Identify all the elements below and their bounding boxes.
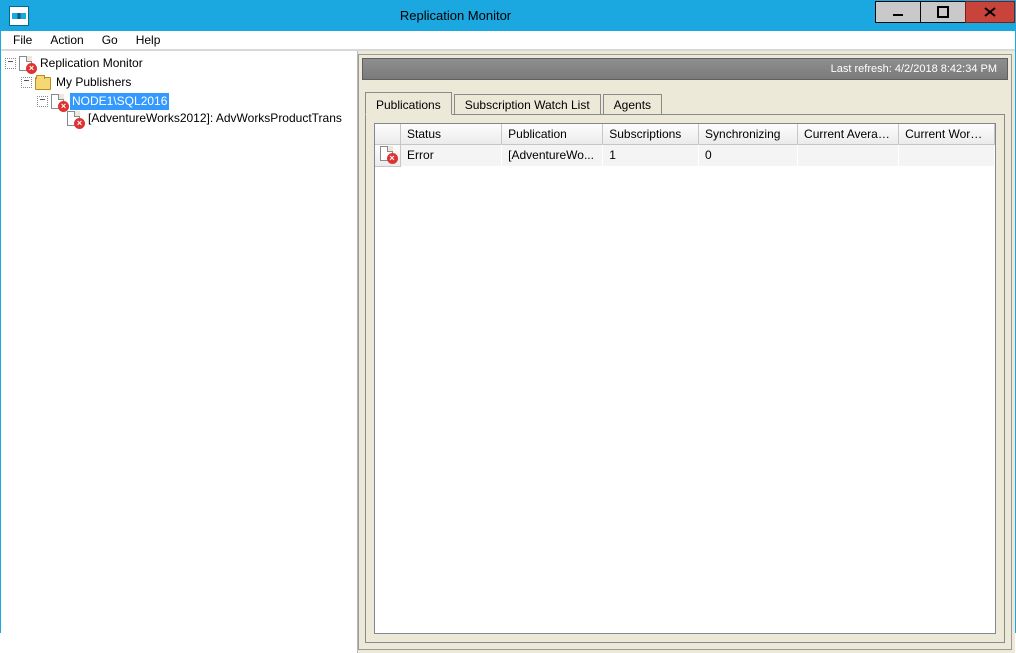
client-area: − × Replication Monitor − My Publishers: [1, 50, 1015, 653]
cell-subscriptions: 1: [603, 145, 699, 167]
col-status[interactable]: Status: [401, 124, 502, 144]
grid-body[interactable]: × Error [AdventureWo... 1 0: [375, 145, 995, 633]
tree-node-root[interactable]: − × Replication Monitor: [5, 55, 145, 72]
menu-go[interactable]: Go: [94, 31, 126, 49]
tree-label-server: NODE1\SQL2016: [70, 93, 169, 110]
tree-node-server[interactable]: − × NODE1\SQL2016: [37, 93, 169, 110]
tree-node-publishers[interactable]: − My Publishers: [21, 74, 133, 91]
titlebar[interactable]: Replication Monitor: [1, 1, 1015, 31]
col-publication[interactable]: Publication: [502, 124, 603, 144]
minimize-icon: [892, 6, 904, 18]
tab-subscription-watch-list[interactable]: Subscription Watch List: [454, 94, 601, 114]
cell-current-avg: [798, 145, 899, 167]
minimize-button[interactable]: [875, 1, 921, 23]
close-icon: [983, 6, 997, 18]
last-refresh-text: Last refresh: 4/2/2018 8:42:34 PM: [831, 63, 997, 75]
grid-header-row: Status Publication Subscriptions Synchro…: [375, 124, 995, 144]
menu-action[interactable]: Action: [42, 31, 91, 49]
tree-label-root: Replication Monitor: [38, 55, 145, 72]
tree-label-publishers: My Publishers: [54, 74, 133, 91]
col-current-worst[interactable]: Current Worst ...: [899, 124, 995, 144]
row-status-icon-cell: ×: [375, 145, 401, 167]
expander-icon[interactable]: −: [21, 77, 32, 88]
server-error-icon: ×: [51, 94, 67, 110]
error-icon: ×: [380, 146, 396, 162]
right-pane: Last refresh: 4/2/2018 8:42:34 PM Public…: [358, 51, 1015, 653]
tree[interactable]: − × Replication Monitor − My Publishers: [3, 53, 357, 129]
tree-pane: − × Replication Monitor − My Publishers: [1, 51, 358, 653]
tree-node-publication[interactable]: × [AdventureWorks2012]: AdvWorksProductT…: [53, 110, 344, 127]
maximize-button[interactable]: [920, 1, 966, 23]
app-window: Replication Monitor File Action Go Help: [0, 0, 1016, 633]
refresh-bar: Last refresh: 4/2/2018 8:42:34 PM: [362, 58, 1008, 80]
cell-synchronizing: 0: [699, 145, 798, 167]
publications-grid[interactable]: Status Publication Subscriptions Synchro…: [374, 123, 996, 634]
cell-status: Error: [401, 145, 502, 167]
tree-label-publication: [AdventureWorks2012]: AdvWorksProductTra…: [86, 110, 344, 127]
app-icon: [9, 6, 29, 26]
tab-agents[interactable]: Agents: [603, 94, 662, 114]
menubar: File Action Go Help: [1, 31, 1015, 50]
menu-file[interactable]: File: [5, 31, 40, 49]
window-title: Replication Monitor: [35, 1, 876, 31]
cell-current-worst: [899, 145, 995, 167]
expander-icon[interactable]: −: [5, 58, 16, 69]
maximize-icon: [937, 6, 949, 18]
table-row[interactable]: × Error [AdventureWo... 1 0: [375, 145, 995, 167]
publication-error-icon: ×: [67, 111, 83, 127]
col-subscriptions[interactable]: Subscriptions: [603, 124, 699, 144]
grid-corner[interactable]: [375, 124, 401, 144]
expander-icon[interactable]: −: [37, 96, 48, 107]
col-current-avg[interactable]: Current Averag...: [798, 124, 899, 144]
expander-spacer: [53, 113, 64, 124]
replication-monitor-icon: ×: [19, 56, 35, 72]
right-inner: Last refresh: 4/2/2018 8:42:34 PM Public…: [358, 54, 1012, 650]
menu-help[interactable]: Help: [128, 31, 169, 49]
close-button[interactable]: [965, 1, 1015, 23]
tab-content: Status Publication Subscriptions Synchro…: [365, 114, 1005, 643]
folder-icon: [35, 75, 51, 91]
tabstrip: Publications Subscription Watch List Age…: [359, 90, 1011, 114]
col-synchronizing[interactable]: Synchronizing: [699, 124, 798, 144]
window-controls: [876, 1, 1015, 31]
tab-publications[interactable]: Publications: [365, 92, 452, 115]
cell-publication: [AdventureWo...: [502, 145, 603, 167]
